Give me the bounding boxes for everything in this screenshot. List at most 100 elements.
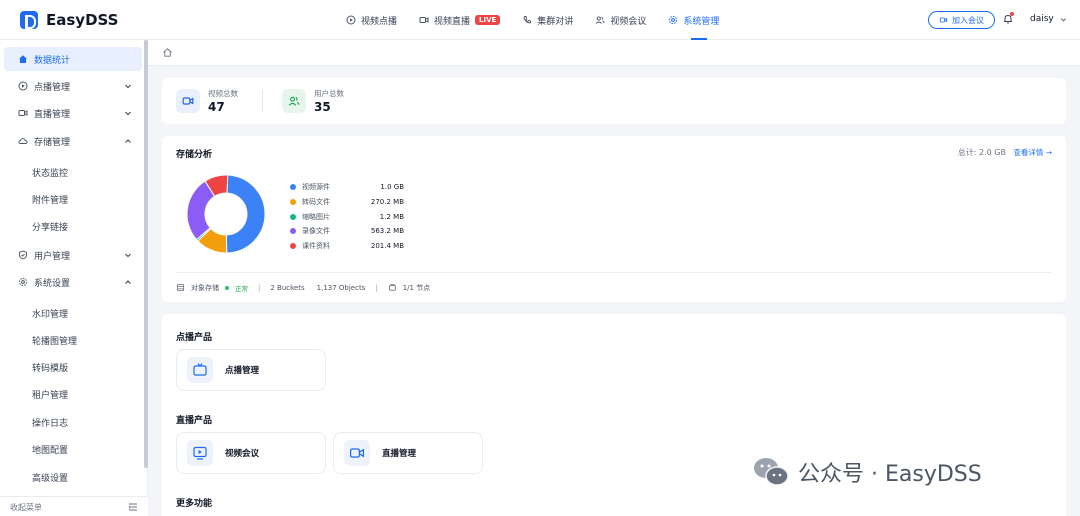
nav-label: 视频直播	[434, 16, 471, 27]
legend-entry: 视频源件 1.0 GB	[290, 180, 404, 195]
legend-value: 270.2 MB	[370, 198, 404, 207]
collapse-menu-label: 收起菜单	[10, 503, 42, 512]
home-icon[interactable]	[162, 47, 173, 58]
legend-swatch	[290, 243, 296, 250]
separator: |	[375, 283, 378, 292]
tile-video-conference[interactable]: 视频会议	[176, 432, 326, 474]
sidebar-item-live-management[interactable]: 直播管理	[4, 101, 142, 125]
sidebar-item-system-settings[interactable]: 系统设置	[4, 270, 142, 294]
legend-label: 缩略图片	[302, 212, 330, 221]
watermark-text: 公众号 · EasyDSS	[798, 462, 982, 487]
bucket-count: 2 Buckets	[270, 283, 305, 292]
sidebar-subitem-attachments[interactable]: 附件管理	[32, 193, 68, 206]
video-camera-icon	[18, 110, 28, 116]
sidebar-item-data-statistics[interactable]: 数据统计	[4, 47, 142, 71]
wechat-icon	[754, 458, 789, 486]
sidebar-item-user-management[interactable]: 用户管理	[4, 243, 142, 267]
nav-cluster-intercom[interactable]: 集群对讲	[522, 0, 573, 40]
tile-live-management[interactable]: 直播管理	[333, 432, 483, 474]
play-circle-icon	[18, 81, 28, 91]
stat-label: 视频总数	[208, 89, 238, 98]
sidebar-subitem-watermark[interactable]: 水印管理	[32, 307, 68, 320]
sidebar-subitem-transcode-templates[interactable]: 转码模版	[32, 361, 68, 374]
sidebar-subitem-tenants[interactable]: 租户管理	[32, 388, 68, 401]
stat-video-total: 视频总数 47	[176, 88, 238, 114]
sidebar-item-label: 存储管理	[34, 137, 71, 148]
chevron-down-icon	[1060, 17, 1066, 21]
video-camera-icon	[419, 17, 429, 23]
username: daisy	[1030, 14, 1054, 24]
legend-entry: 录像文件 563.2 MB	[290, 224, 404, 239]
legend-swatch	[290, 184, 296, 191]
gear-icon	[669, 15, 678, 25]
tile-label: 视频会议	[225, 449, 260, 459]
sidebar-subitem-carousel[interactable]: 轮播图管理	[32, 334, 77, 347]
home-icon	[19, 55, 27, 63]
nav-label: 集群对讲	[537, 16, 574, 27]
legend-value: 201.4 MB	[370, 242, 404, 251]
app-logo[interactable]: EasyDSS	[20, 11, 118, 29]
nav-video-conference[interactable]: 视频会议	[595, 0, 646, 40]
sidebar-subitem-status-monitor[interactable]: 状态监控	[32, 166, 68, 179]
shield-icon	[19, 250, 27, 260]
storage-total: 总计: 2.0 GB	[957, 148, 1006, 157]
video-camera-icon	[939, 17, 948, 23]
play-circle-icon	[346, 15, 356, 25]
monitor-play-icon	[187, 440, 213, 466]
storage-type: 对象存储	[191, 283, 219, 292]
users-icon	[595, 16, 605, 24]
sidebar-subitem-share-links[interactable]: 分享链接	[32, 220, 68, 233]
gear-icon	[18, 277, 28, 287]
section-title-vod: 点播产品	[176, 333, 213, 343]
legend-entry: 课件资料 201.4 MB	[290, 239, 404, 254]
stat-value: 35	[314, 100, 331, 114]
breadcrumb	[148, 40, 1080, 66]
sidebar-item-label: 点播管理	[34, 82, 71, 93]
sidebar-item-label: 数据统计	[34, 55, 71, 66]
legend-entry: 缩略图片 1.2 MB	[290, 209, 404, 224]
stat-value: 47	[208, 100, 225, 114]
donut-slice-0	[225, 174, 266, 254]
app-name: EasyDSS	[46, 11, 119, 29]
legend-entry: 转码文件 270.2 MB	[290, 195, 404, 210]
stat-user-total: 用户总数 35	[282, 88, 344, 114]
node-count: 1/1 节点	[402, 283, 431, 292]
sidebar-item-label: 用户管理	[34, 251, 71, 262]
join-meeting-label: 加入会议	[952, 15, 984, 25]
user-menu[interactable]: daisy	[1030, 14, 1067, 24]
nav-live-video[interactable]: 视频直播 LIVE	[419, 0, 501, 40]
nav-label: 视频会议	[610, 16, 647, 27]
server-icon	[388, 284, 396, 291]
cloud-icon	[18, 138, 28, 144]
stat-label: 用户总数	[314, 89, 344, 98]
sidebar-item-storage-management[interactable]: 存储管理	[4, 129, 142, 153]
nav-video-on-demand[interactable]: 视频点播	[346, 0, 397, 40]
sidebar-subitem-operation-log[interactable]: 操作日志	[32, 416, 68, 429]
tv-icon	[187, 357, 213, 383]
live-badge: LIVE	[475, 15, 501, 25]
section-title-more: 更多功能	[176, 499, 213, 509]
view-details-link[interactable]: 查看详情 →	[1013, 147, 1052, 158]
sidebar-scrollbar[interactable]	[144, 40, 148, 468]
wechat-watermark: 公众号 · EasyDSS	[752, 456, 982, 488]
storage-analysis-card: 存储分析 总计: 2.0 GB 查看详情 → 视频源件 1.0 GB 转码文件 270…	[162, 136, 1066, 302]
legend-swatch	[290, 199, 296, 206]
nav-system-management[interactable]: 系统管理	[668, 0, 719, 40]
legend-value: 1.2 MB	[379, 212, 404, 221]
legend-value: 1.0 GB	[380, 183, 404, 192]
sidebar-item-label: 直播管理	[34, 109, 71, 120]
sidebar-subitem-advanced-settings[interactable]: 高级设置	[32, 471, 68, 484]
logo-icon	[20, 11, 38, 29]
sidebar-item-vod-management[interactable]: 点播管理	[4, 74, 142, 98]
separator: |	[258, 283, 261, 292]
sidebar-subitem-map-config[interactable]: 地图配置	[32, 443, 68, 456]
sidebar: 数据统计 点播管理 直播管理 存储管理 状态监控 附件管理 分享链接 用户管理 …	[0, 40, 148, 516]
tile-vod-management[interactable]: 点播管理	[176, 349, 326, 391]
phone-icon	[523, 16, 532, 24]
nav-label: 视频点播	[361, 16, 398, 27]
sidebar-item-label: 系统设置	[34, 278, 71, 289]
tile-label: 直播管理	[382, 449, 417, 459]
storage-title: 存储分析	[176, 150, 213, 160]
join-meeting-button[interactable]: 加入会议	[928, 11, 995, 29]
collapse-menu-button[interactable]: 收起菜单	[0, 496, 148, 516]
